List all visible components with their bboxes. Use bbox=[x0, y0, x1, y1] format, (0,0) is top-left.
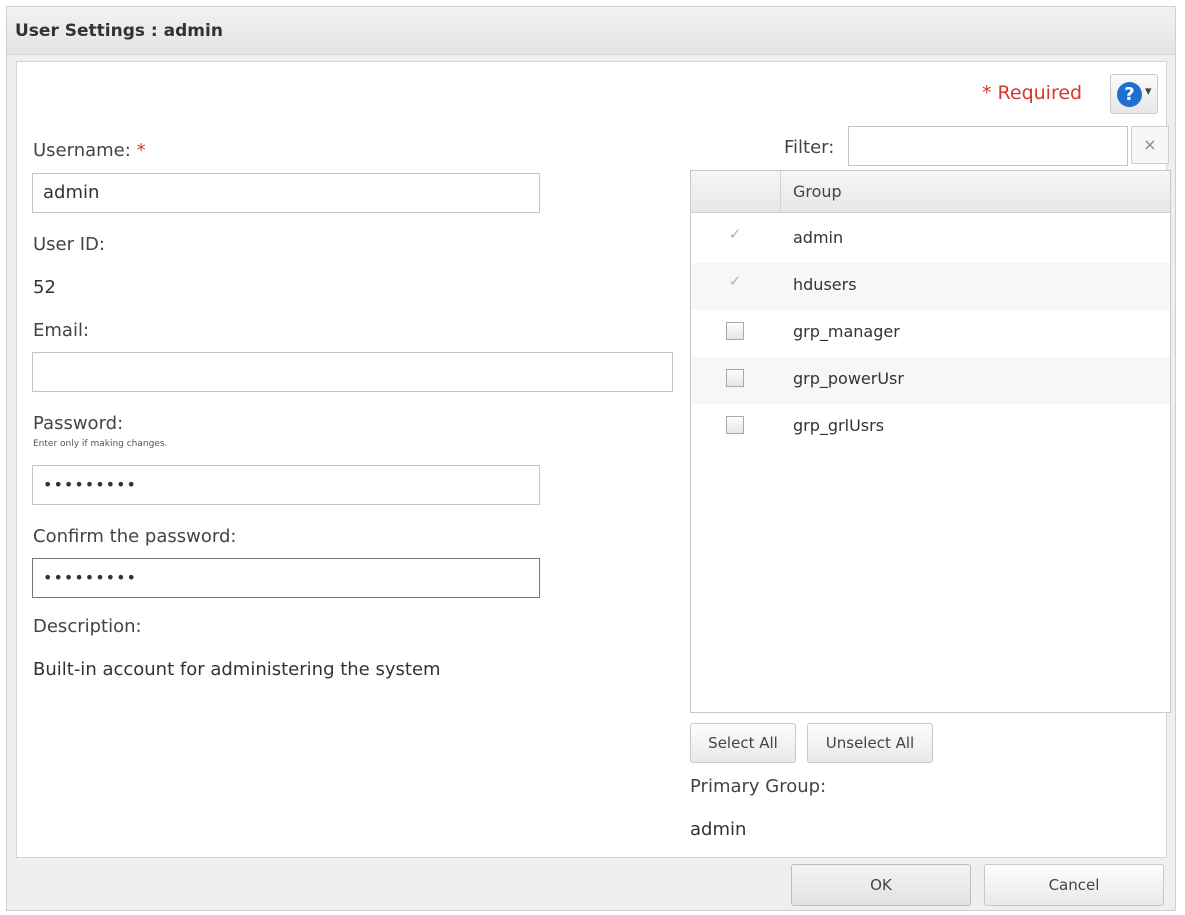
required-note: * Required bbox=[982, 82, 1082, 104]
cancel-button[interactable]: Cancel bbox=[984, 864, 1164, 906]
close-icon: × bbox=[1143, 135, 1157, 154]
primary-group-label: Primary Group: bbox=[690, 776, 827, 797]
username-input[interactable]: admin bbox=[32, 173, 540, 213]
dialog-title: User Settings : admin bbox=[15, 21, 223, 41]
required-star: * bbox=[982, 82, 992, 104]
checkmark-icon: ✓ bbox=[728, 272, 742, 290]
table-row[interactable]: grp_manager bbox=[691, 310, 1170, 357]
chevron-down-icon: ▾ bbox=[1145, 84, 1152, 99]
group-checkbox[interactable] bbox=[726, 369, 744, 387]
group-name: hdusers bbox=[793, 275, 857, 294]
description-value: Built-in account for administering the s… bbox=[33, 659, 441, 680]
table-row[interactable]: grp_powerUsr bbox=[691, 357, 1170, 404]
username-label: Username: * bbox=[33, 140, 146, 161]
username-required-star: * bbox=[136, 140, 146, 161]
description-label: Description: bbox=[33, 616, 142, 637]
checkbox-column-header bbox=[691, 171, 781, 212]
group-table: Group ✓ admin ✓ hdusers grp_manager grp_… bbox=[690, 170, 1171, 713]
password-label: Password: bbox=[33, 413, 124, 434]
group-checkbox[interactable] bbox=[726, 416, 744, 434]
clear-filter-button[interactable]: × bbox=[1131, 126, 1169, 164]
help-icon: ? bbox=[1117, 82, 1142, 107]
email-input[interactable] bbox=[32, 352, 673, 392]
ok-button[interactable]: OK bbox=[791, 864, 971, 906]
group-checkbox[interactable] bbox=[726, 322, 744, 340]
table-row[interactable]: ✓ hdusers bbox=[691, 263, 1170, 310]
group-name: grp_manager bbox=[793, 322, 900, 341]
table-row[interactable]: ✓ admin bbox=[691, 216, 1170, 263]
user-settings-dialog: User Settings : admin * Required ? ▾ Use… bbox=[6, 6, 1176, 911]
email-label: Email: bbox=[33, 320, 90, 341]
user-id-label: User ID: bbox=[33, 234, 105, 255]
password-input[interactable]: ••••••••• bbox=[32, 465, 540, 505]
help-button[interactable]: ? ▾ bbox=[1110, 74, 1158, 114]
group-name: grp_powerUsr bbox=[793, 369, 904, 388]
select-all-button[interactable]: Select All bbox=[690, 723, 796, 763]
filter-input[interactable] bbox=[848, 126, 1128, 166]
primary-group-value: admin bbox=[690, 819, 747, 840]
dialog-titlebar: User Settings : admin bbox=[7, 7, 1175, 55]
username-label-text: Username: bbox=[33, 140, 131, 161]
user-id-value: 52 bbox=[33, 277, 56, 298]
group-name: admin bbox=[793, 228, 844, 247]
password-hint: Enter only if making changes. bbox=[33, 439, 168, 449]
dialog-content: * Required ? ▾ Username: * admin User ID… bbox=[16, 61, 1171, 858]
checkmark-icon: ✓ bbox=[728, 225, 742, 243]
group-column-header[interactable]: Group bbox=[793, 182, 842, 201]
confirm-password-label: Confirm the password: bbox=[33, 526, 237, 547]
unselect-all-button[interactable]: Unselect All bbox=[807, 723, 933, 763]
table-row[interactable]: grp_grlUsrs bbox=[691, 404, 1170, 451]
confirm-password-input[interactable]: ••••••••• bbox=[32, 558, 540, 598]
group-name: grp_grlUsrs bbox=[793, 416, 885, 435]
required-label: Required bbox=[997, 82, 1083, 104]
filter-label: Filter: bbox=[784, 137, 835, 158]
group-table-header: Group bbox=[691, 171, 1170, 213]
